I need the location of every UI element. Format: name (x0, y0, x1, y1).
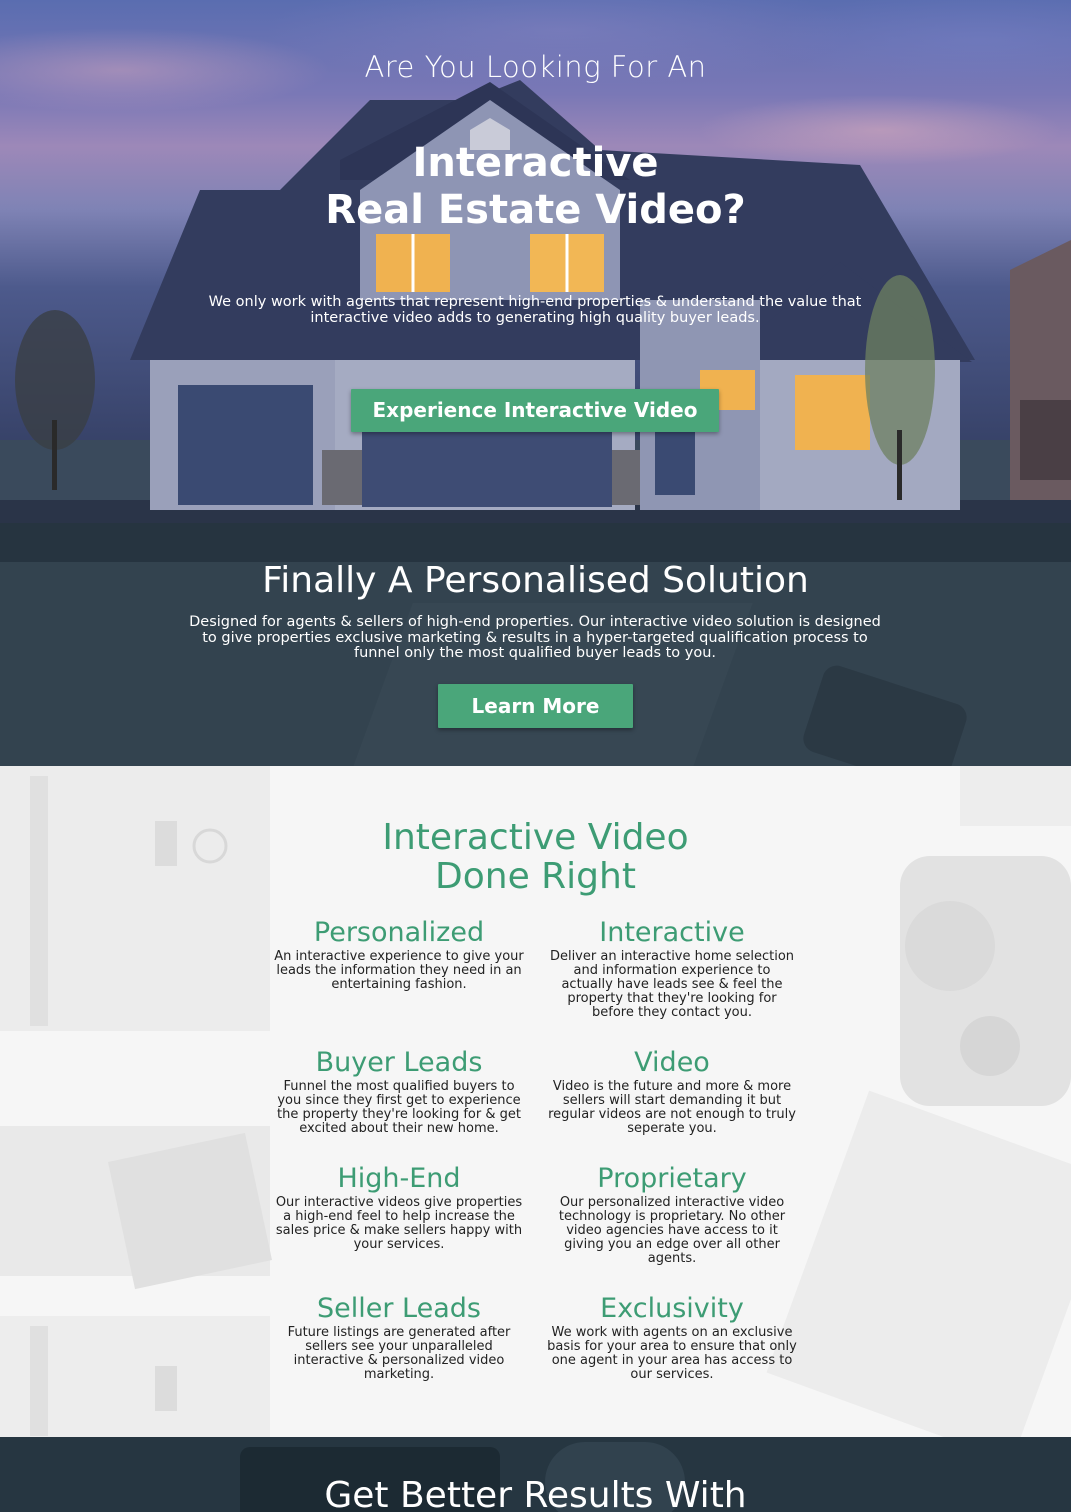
learn-more-button[interactable]: Learn More (438, 684, 633, 728)
feature-text: Our personalized interactive video techn… (558, 1195, 786, 1266)
feature-title: Exclusivity (600, 1293, 744, 1324)
feature-high-end: High-End Our interactive videos give pro… (274, 1164, 524, 1252)
hero-title-line1: Interactive (412, 140, 659, 186)
solution-title: Finally A Personalised Solution (262, 560, 809, 601)
hero-title: Interactive Real Estate Video? (0, 140, 1071, 234)
section-divider (0, 523, 1071, 562)
results-section: Get Better Results With (0, 1437, 1071, 1512)
feature-text: We work with agents on an exclusive basi… (547, 1325, 797, 1382)
feature-title: Interactive (599, 917, 745, 948)
features-title: Interactive Video Done Right (0, 818, 1071, 896)
feature-seller-leads: Seller Leads Future listings are generat… (274, 1294, 524, 1382)
feature-video: Video Video is the future and more & mor… (547, 1048, 797, 1136)
features-title-line2: Done Right (435, 856, 636, 897)
feature-exclusivity: Exclusivity We work with agents on an ex… (547, 1294, 797, 1382)
feature-text: An interactive experience to give your l… (274, 949, 524, 992)
hero-subtitle: We only work with agents that represent … (208, 294, 862, 326)
feature-title: Proprietary (597, 1163, 747, 1194)
feature-personalized: Personalized An interactive experience t… (274, 918, 524, 992)
feature-interactive: Interactive Deliver an interactive home … (547, 918, 797, 1020)
features-section: Interactive Video Done Right Personalize… (0, 766, 1071, 1437)
feature-text: Deliver an interactive home selection an… (549, 949, 795, 1020)
features-title-line1: Interactive Video (382, 817, 689, 858)
feature-title: Video (634, 1047, 710, 1078)
phone-background (799, 662, 971, 766)
feature-title: Personalized (313, 917, 485, 948)
results-title: Get Better Results With (324, 1475, 747, 1512)
solution-text: Designed for agents & sellers of high-en… (189, 614, 881, 661)
feature-text: Video is the future and more & more sell… (548, 1079, 796, 1136)
experience-video-button[interactable]: Experience Interactive Video (351, 389, 719, 432)
feature-text: Funnel the most qualified buyers to you … (277, 1079, 521, 1136)
feature-title: High-End (337, 1163, 461, 1194)
feature-text: Future listings are generated after sell… (287, 1325, 511, 1382)
feature-proprietary: Proprietary Our personalized interactive… (547, 1164, 797, 1266)
solution-section: Finally A Personalised Solution Designed… (0, 523, 1071, 766)
hero-kicker: Are You Looking For An (364, 50, 707, 84)
feature-title: Seller Leads (317, 1293, 481, 1324)
hero-section: Are You Looking For An Interactive Real … (0, 0, 1071, 523)
feature-buyer-leads: Buyer Leads Funnel the most qualified bu… (274, 1048, 524, 1136)
hero-title-line2: Real Estate Video? (325, 187, 746, 233)
feature-title: Buyer Leads (315, 1047, 483, 1078)
feature-text: Our interactive videos give properties a… (275, 1195, 523, 1252)
